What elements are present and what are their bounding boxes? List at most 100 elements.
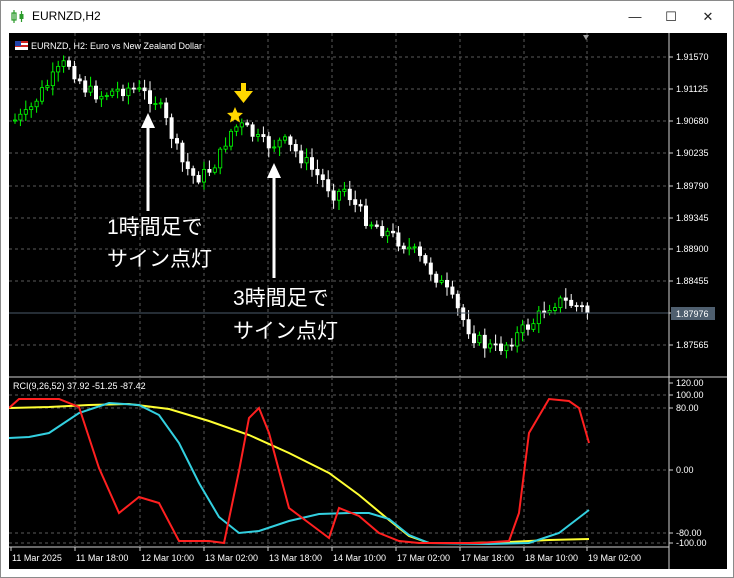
candle-body xyxy=(277,139,282,148)
candle-body xyxy=(61,60,66,67)
candle-body xyxy=(147,90,152,104)
candle-body xyxy=(110,90,115,96)
candle-body xyxy=(498,343,503,352)
candle-body xyxy=(320,174,325,181)
close-icon: ✕ xyxy=(702,8,714,24)
time-label: 14 Mar 10:00 xyxy=(333,553,386,563)
candle-body xyxy=(39,87,44,102)
candle-body xyxy=(515,332,520,347)
price-tick-label: 1.88455 xyxy=(676,276,709,286)
terminal-window: EURNZD,H2 — ☐ ✕ EURNZD, H2: Euro vs New … xyxy=(0,0,734,578)
maximize-button[interactable]: ☐ xyxy=(654,1,688,32)
candle-body xyxy=(353,199,358,205)
note2-line2: サイン点灯 xyxy=(233,320,338,343)
candle-body xyxy=(380,226,385,237)
candle-body xyxy=(13,119,18,122)
candle-body xyxy=(115,88,120,92)
candle-body xyxy=(158,102,163,105)
rci-tick-label: -80.00 xyxy=(676,528,702,538)
candle-body xyxy=(34,100,39,108)
candle-body xyxy=(509,344,514,347)
candle-body xyxy=(434,273,439,283)
time-label: 12 Mar 10:00 xyxy=(141,553,194,563)
candle-body xyxy=(99,95,104,100)
price-tick-label: 1.89790 xyxy=(676,181,709,191)
price-tick-label: 1.88900 xyxy=(676,244,709,254)
candle-body xyxy=(250,124,255,137)
candle-body xyxy=(272,146,277,149)
candle-body xyxy=(201,169,206,183)
candle-body xyxy=(288,136,293,145)
time-label: 13 Mar 18:00 xyxy=(269,553,322,563)
rci-tick-label: -100.00 xyxy=(676,538,707,548)
rci-ticks: 120.00 100.00 80.00 0.00 -80.00-100.00 xyxy=(669,378,707,548)
price-tick-label: 1.90235 xyxy=(676,148,709,158)
candle-body xyxy=(461,307,466,321)
current-price-label: 1.87976 xyxy=(676,309,709,319)
window-title: EURNZD,H2 xyxy=(32,9,101,23)
chart-canvas[interactable]: EURNZD, H2: Euro vs New Zealand Dollar 1… xyxy=(9,33,727,569)
candle-body xyxy=(563,297,568,301)
candle-body xyxy=(223,145,228,150)
candle-body xyxy=(553,307,558,311)
candlestick-app-icon xyxy=(11,10,24,23)
star-signal-icon xyxy=(227,107,243,123)
candle-body xyxy=(471,333,476,344)
candle-body xyxy=(126,87,131,97)
candle-body xyxy=(266,136,271,149)
rci-tick-label: 80.00 xyxy=(676,403,699,413)
candle-body xyxy=(239,122,244,128)
signal-arrow-2 xyxy=(267,163,281,278)
candle-body xyxy=(261,134,266,137)
price-tick-label: 1.91125 xyxy=(676,84,708,94)
candle-body xyxy=(282,136,287,141)
candle-body xyxy=(488,343,493,349)
candle-body xyxy=(531,323,536,330)
candle-body xyxy=(520,324,525,334)
candle-body xyxy=(385,230,390,237)
candle-body xyxy=(363,205,368,226)
candle-body xyxy=(207,169,212,173)
time-label: 11 Mar 18:00 xyxy=(76,553,128,563)
candle-body xyxy=(326,179,331,192)
candle-body xyxy=(245,122,250,126)
candle-body xyxy=(417,246,422,256)
candle-body xyxy=(369,224,374,227)
candle-body xyxy=(56,65,61,73)
candle-body xyxy=(169,117,174,139)
title-bar[interactable]: EURNZD,H2 — ☐ ✕ xyxy=(1,1,733,32)
candle-body xyxy=(358,204,363,207)
note2-line1: 3時間足で xyxy=(233,287,329,310)
candle-body xyxy=(401,245,406,250)
rci-header: RCI(9,26,52) 37.92 -51.25 -87.42 xyxy=(13,381,146,391)
price-tick-label: 1.89345 xyxy=(676,213,709,223)
note1-line2: サイン点灯 xyxy=(107,248,212,271)
candle-body xyxy=(142,87,147,92)
candle-body xyxy=(428,262,433,275)
candle-body xyxy=(347,188,352,201)
candle-body xyxy=(180,142,185,163)
rci-mid-line xyxy=(9,401,590,546)
rci-fast-line xyxy=(9,397,590,545)
candle-body xyxy=(439,279,444,283)
signal-arrow-1 xyxy=(141,113,155,211)
rci-tick-label: 120.00 xyxy=(676,378,704,388)
candle-body xyxy=(466,319,471,335)
close-button[interactable]: ✕ xyxy=(691,1,725,32)
candle-body xyxy=(580,305,585,308)
minimize-button[interactable]: — xyxy=(618,1,652,32)
rci-slow-line xyxy=(9,402,590,544)
time-label: 19 Mar 02:00 xyxy=(588,553,641,563)
candle-body xyxy=(569,299,574,306)
note1-line1: 1時間足で xyxy=(107,216,203,239)
candle-body xyxy=(304,157,309,164)
candle-body xyxy=(493,343,498,346)
candle-body xyxy=(131,87,136,90)
candle-body xyxy=(185,161,190,170)
candle-body xyxy=(547,310,552,313)
candle-body xyxy=(455,293,460,309)
candle-body xyxy=(585,305,590,314)
candle-body xyxy=(67,60,72,67)
chart-area[interactable]: EURNZD, H2: Euro vs New Zealand Dollar 1… xyxy=(9,33,727,569)
candle-body xyxy=(542,310,547,313)
